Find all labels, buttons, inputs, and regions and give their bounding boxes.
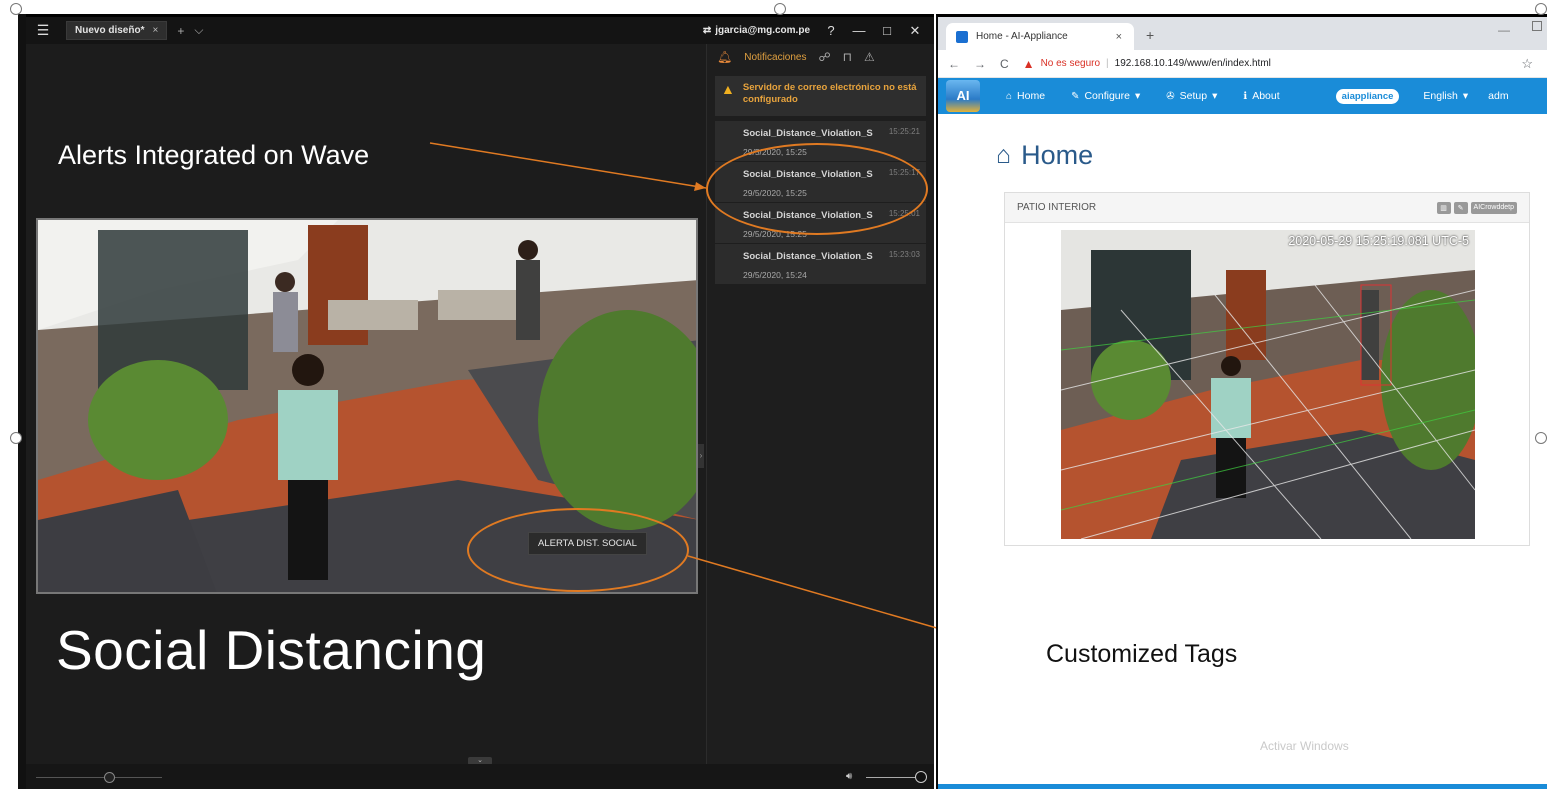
nav-about[interactable]: ℹ About (1243, 90, 1279, 102)
camera-panel-buttons: ▥ ✎ AICrowddetp (1436, 201, 1517, 214)
dropdown-caret-icon: ▾ (1462, 90, 1469, 102)
favicon-icon (956, 30, 968, 43)
app-navbar: AI ⌂ Home ✎ Configure ▾ ✇ Setup ▾ ℹ Abou… (938, 78, 1547, 114)
camera-stream[interactable]: 2020-05-29 15:25:19.081 UTC-5 (1061, 230, 1475, 539)
browser-tabstrip: Home - AI-Appliance × + — (938, 17, 1547, 50)
crowd-detection-button[interactable]: AICrowddetp (1470, 201, 1517, 214)
bookmark-star-icon[interactable]: ☆ (1521, 56, 1533, 72)
screenshot-canvas: ☰ Nuevo diseño* × + ⌵ ⇄ jgarcia@mg.com.p… (0, 0, 1547, 789)
home-icon: ⌂ (1006, 90, 1013, 102)
resize-handle[interactable] (10, 432, 22, 444)
nav-configure[interactable]: ✎ Configure ▾ (1071, 90, 1140, 102)
language-label: English (1423, 90, 1458, 102)
nav-setup[interactable]: ✇ Setup ▾ (1166, 90, 1217, 102)
arrow-alerts-head (694, 182, 706, 191)
camera-panel-title: PATIO INTERIOR (1017, 202, 1097, 213)
browser-window: Home - AI-Appliance × + — ← → C ▲ No es … (936, 14, 1547, 789)
brush-icon: ✎ (1071, 90, 1080, 102)
admin-menu[interactable]: adm (1488, 90, 1508, 102)
nav-configure-label: Configure (1084, 90, 1130, 102)
nav-home[interactable]: ⌂ Home (1006, 90, 1045, 102)
url-separator: | (1106, 58, 1109, 69)
new-tab-icon[interactable]: + (1146, 27, 1154, 43)
browser-maximize-button[interactable] (1532, 21, 1542, 31)
browser-tab[interactable]: Home - AI-Appliance × (946, 23, 1134, 50)
dropdown-caret-icon: ▾ (1134, 90, 1141, 102)
info-icon: ℹ (1243, 90, 1248, 102)
wrench-icon: ✇ (1166, 90, 1175, 102)
close-tab-icon[interactable]: × (1116, 31, 1122, 43)
windows-activation-watermark: Activar Windows (1260, 739, 1349, 753)
url-text: 192.168.10.149/www/en/index.html (1114, 58, 1271, 69)
language-selector[interactable]: English ▾ (1423, 90, 1468, 102)
ai-appliance-logo[interactable]: AI (946, 80, 980, 112)
browser-footer-bar (938, 784, 1547, 789)
browser-tab-title: Home - AI-Appliance (976, 31, 1068, 42)
insecure-label: No es seguro (1040, 58, 1101, 69)
camera-panel-header: PATIO INTERIOR ▥ ✎ AICrowddetp (1005, 193, 1529, 223)
address-bar[interactable]: ▲ No es seguro | 192.168.10.149/www/en/i… (1023, 57, 1271, 71)
browser-minimize-button[interactable]: — (1498, 23, 1510, 37)
page-content: ⌂ Home PATIO INTERIOR ▥ ✎ AICrowddetp 20… (938, 114, 1547, 763)
arrow-alerts (429, 142, 707, 189)
resize-handle[interactable] (774, 3, 786, 15)
forward-arrow-icon[interactable]: → (974, 57, 986, 71)
camera-stream-scene (1061, 230, 1475, 539)
dropdown-caret-icon: ▾ (1212, 90, 1218, 102)
chart-icon[interactable]: ▥ (1436, 201, 1451, 214)
reload-icon[interactable]: C (1000, 57, 1009, 71)
page-title: ⌂ Home (996, 140, 1093, 171)
page-title-text: Home (1021, 140, 1094, 170)
logo-text: AI (956, 88, 970, 103)
camera-panel: PATIO INTERIOR ▥ ✎ AICrowddetp 2020-05-2… (1004, 192, 1530, 546)
device-badge[interactable]: aiappliance (1335, 88, 1400, 104)
tags-caption: Customized Tags (1046, 640, 1238, 668)
address-bar-row: ← → C ▲ No es seguro | 192.168.10.149/ww… (938, 50, 1547, 78)
nav-setup-label: Setup (1179, 90, 1208, 102)
nav-about-label: About (1252, 90, 1280, 102)
camera-timestamp: 2020-05-29 15:25:19.081 UTC-5 (1288, 234, 1469, 248)
wrench-icon[interactable]: ✎ (1453, 201, 1468, 214)
security-warning-icon: ▲ (1022, 56, 1035, 71)
back-arrow-icon[interactable]: ← (948, 57, 960, 71)
resize-handle[interactable] (10, 3, 22, 15)
resize-handle[interactable] (1535, 3, 1547, 15)
nav-home-label: Home (1017, 90, 1046, 102)
home-icon: ⌂ (996, 141, 1012, 169)
resize-handle[interactable] (1535, 432, 1547, 444)
